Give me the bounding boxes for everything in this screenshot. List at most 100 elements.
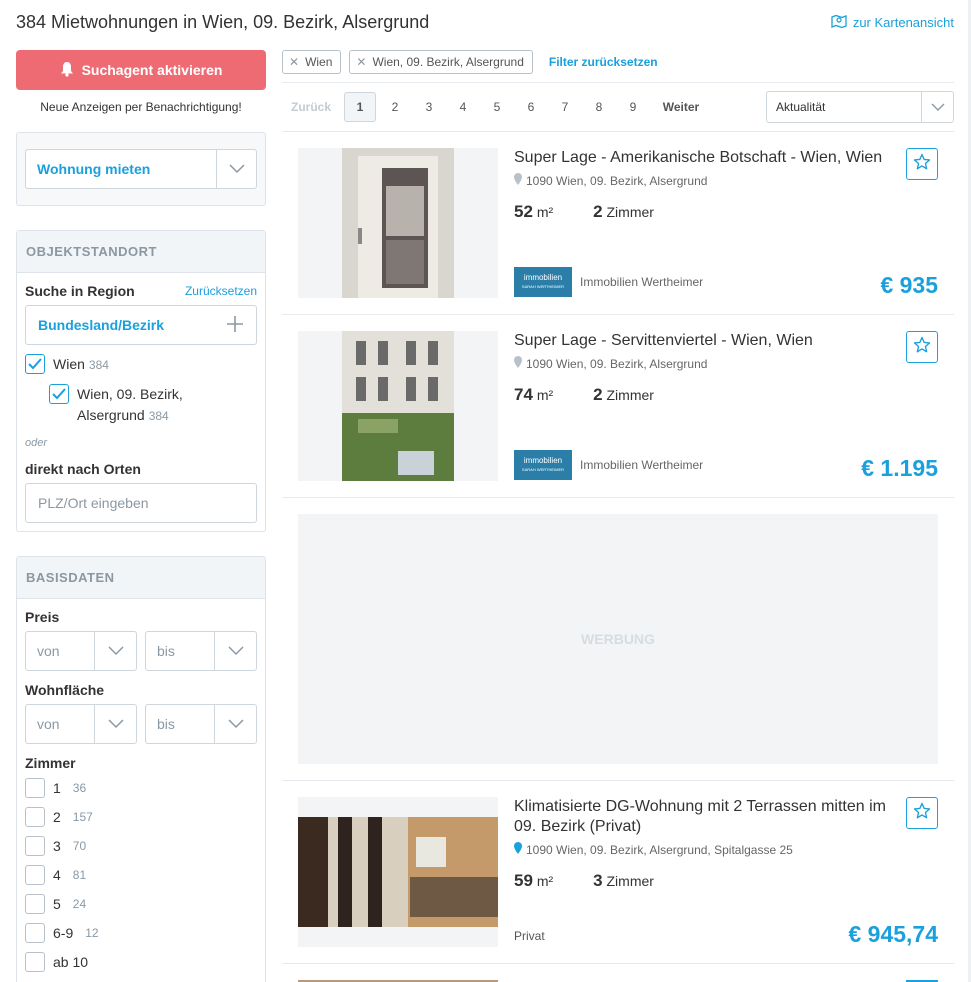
room-option-count: 70 [72,838,87,853]
location-panel: OBJEKTSTANDORT Suche in Region Zurückset… [16,230,266,532]
listing-area-unit: m² [536,204,554,220]
area-label: Wohnfläche [25,682,105,698]
region-label: Suche in Region [25,283,135,299]
listing-agent[interactable]: immobilien SARAH WERTHEIMER Immobilien We… [514,267,703,297]
location-pin-icon [514,356,522,371]
room-option-count: 157 [72,809,93,824]
listing-photo[interactable] [298,148,498,298]
close-icon[interactable]: ✕ [356,55,366,69]
property-type-select[interactable]: Wohnung mieten [25,149,257,189]
results-main: ✕ Wien ✕ Wien, 09. Bezirk, Alsergrund Fi… [282,50,954,982]
region-item-wien[interactable]: Wien 384 [25,354,257,375]
area-from-select[interactable]: von [25,704,137,744]
rooms-label: Zimmer [25,755,76,771]
page-title: 384 Mietwohnungen in Wien, 09. Bezirk, A… [16,12,430,32]
prev-page-button[interactable]: Zurück [282,100,340,114]
search-agent-label: Suchagent aktivieren [81,62,223,78]
price-to-value: bis [157,643,175,659]
reset-filters-link[interactable]: Filter zurücksetzen [549,55,658,69]
filter-chip[interactable]: ✕ Wien, 09. Bezirk, Alsergrund [349,50,533,74]
chevron-down-icon [921,92,953,122]
listing-agent[interactable]: immobilien SARAH WERTHEIMER Immobilien We… [514,450,703,480]
checkbox[interactable] [25,864,45,885]
page-button-current[interactable]: 1 [344,92,376,122]
region-reset-link[interactable]: Zurücksetzen [185,284,257,298]
room-option-label: 4 [53,866,61,883]
listing-rooms-unit: Zimmer [606,204,654,220]
room-option[interactable]: 2 157 [25,802,257,831]
star-icon [913,153,931,176]
listing-photo[interactable] [298,797,498,947]
price-from-select[interactable]: von [25,631,137,671]
checkbox[interactable] [25,835,45,856]
favorite-star-button[interactable] [906,331,938,363]
close-icon[interactable]: ✕ [289,55,299,69]
sort-select[interactable]: Aktualität [766,91,954,123]
next-page-button[interactable]: Weiter [650,100,712,114]
listing-card-partial[interactable] [282,964,954,982]
map-view-label: zur Kartenansicht [852,15,954,30]
favorite-star-button[interactable] [906,797,938,829]
listing-price: € 1.195 [861,455,938,481]
listing-price: € 945,74 [848,921,938,947]
location-heading: OBJEKTSTANDORT [17,231,265,273]
pagination: Zurück 1 2 3 4 5 6 7 8 9 Weiter Aktualit… [282,82,954,132]
page-button[interactable]: 5 [480,100,514,114]
agent-name: Immobilien Wertheimer [580,275,704,289]
page-button[interactable]: 6 [514,100,548,114]
checkbox-checked[interactable] [49,384,69,404]
favorite-star-button[interactable] [906,148,938,180]
property-type-panel: Wohnung mieten [16,132,266,206]
active-filters: ✕ Wien ✕ Wien, 09. Bezirk, Alsergrund Fi… [282,50,954,74]
page-button[interactable]: 3 [412,100,446,114]
page-button[interactable]: 7 [548,100,582,114]
ad-slot: WERBUNG [282,498,954,781]
map-view-link[interactable]: zur Kartenansicht [831,14,954,31]
listing-rooms: 3 [593,871,603,890]
page-button[interactable]: 4 [446,100,480,114]
map-icon [831,14,847,31]
region-select[interactable]: Bundesland/Bezirk [25,305,257,345]
agent-logo-subtext: SARAH WERTHEIMER [521,467,565,472]
checkbox[interactable] [25,777,45,798]
filter-chip[interactable]: ✕ Wien [282,50,342,74]
ad-banner[interactable]: WERBUNG [298,514,938,764]
listing-area: 74 [514,385,533,404]
checkbox[interactable] [25,806,45,827]
room-option-label: 3 [53,837,61,854]
listing-photo[interactable] [298,331,498,481]
page-button[interactable]: 8 [582,100,616,114]
chevron-down-icon [214,705,256,743]
bell-icon [60,61,74,80]
listing-price: € 935 [880,272,938,298]
listing-card[interactable]: Super Lage - Amerikanische Botschaft - W… [282,132,954,315]
listing-address: 1090 Wien, 09. Bezirk, Alsergrund [514,356,707,371]
listing-title[interactable]: Klimatisierte DG-Wohnung mit 2 Terrassen… [514,797,904,837]
page-button[interactable]: 9 [616,100,650,114]
listing-title[interactable]: Super Lage - Servittenviertel - Wien, Wi… [514,331,904,351]
room-option[interactable]: 4 81 [25,860,257,889]
checkbox-checked[interactable] [25,354,45,374]
checkbox[interactable] [25,951,45,972]
listing-card[interactable]: Klimatisierte DG-Wohnung mit 2 Terrassen… [282,781,954,964]
page-button[interactable]: 2 [378,100,412,114]
region-item-count: 384 [148,409,169,423]
agent-logo-text: immobilien [523,273,563,282]
room-option[interactable]: ab 10 [25,947,257,976]
listing-card[interactable]: Super Lage - Servittenviertel - Wien, Wi… [282,315,954,498]
search-agent-button[interactable]: Suchagent aktivieren [16,50,266,90]
room-option[interactable]: 6-9 12 [25,918,257,947]
chevron-down-icon [94,705,136,743]
checkbox[interactable] [25,893,45,914]
location-input[interactable]: PLZ/Ort eingeben [25,483,257,523]
direct-location-label: direkt nach Orten [25,461,141,477]
area-to-select[interactable]: bis [145,704,257,744]
area-from-value: von [37,716,60,732]
region-item-alsergrund[interactable]: Wien, 09. Bezirk, Alsergrund 384 [49,384,257,427]
room-option[interactable]: 3 70 [25,831,257,860]
listing-title[interactable]: Super Lage - Amerikanische Botschaft - W… [514,148,904,168]
checkbox[interactable] [25,922,45,943]
price-to-select[interactable]: bis [145,631,257,671]
room-option[interactable]: 5 24 [25,889,257,918]
room-option[interactable]: 1 36 [25,773,257,802]
